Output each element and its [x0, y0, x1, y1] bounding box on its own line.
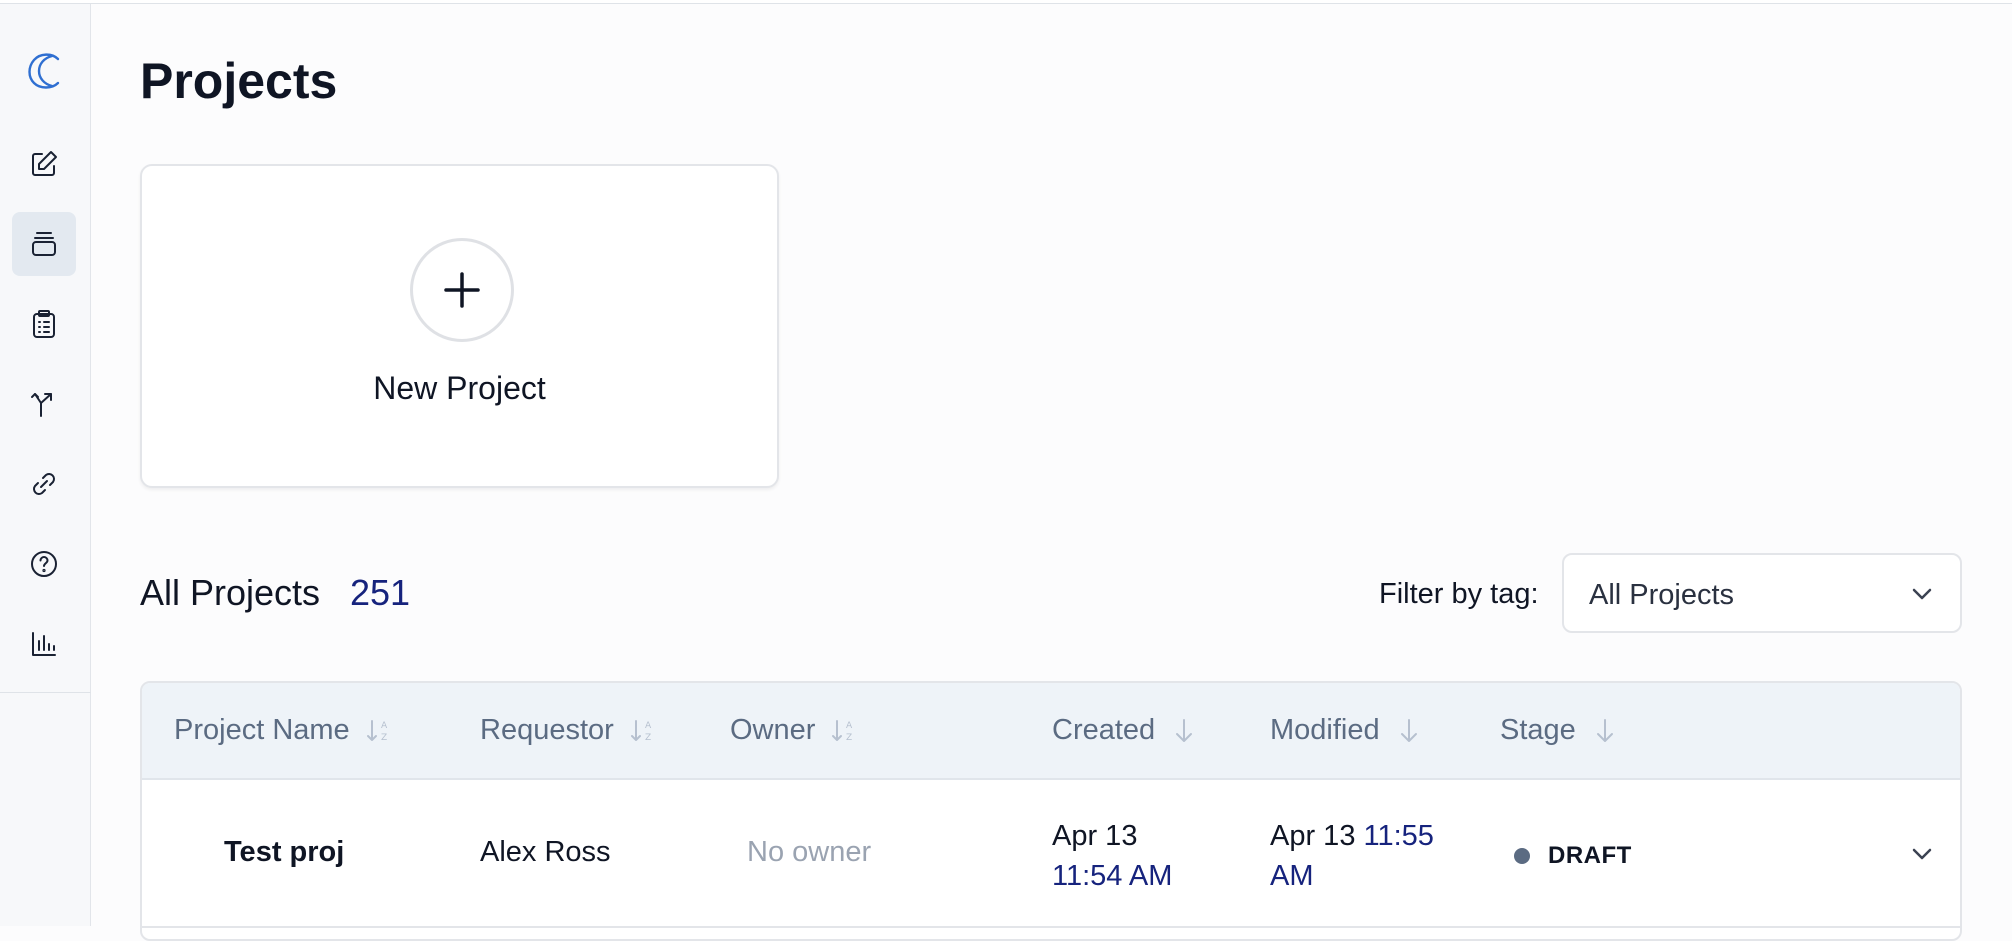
column-label: Created [1052, 714, 1156, 746]
column-label: Requestor [480, 714, 614, 746]
filter-label: Filter by tag: [1379, 578, 1539, 610]
created-cell: Apr 13 11:54 AM [1052, 816, 1172, 896]
svg-text:A: A [645, 721, 652, 731]
project-count: 251 [350, 572, 411, 613]
column-header-modified[interactable]: Modified [1270, 714, 1424, 747]
all-projects-heading: All Projects [140, 572, 321, 613]
chart-icon[interactable] [12, 612, 76, 676]
modified-time: 11:55 [1363, 820, 1434, 852]
owner: No owner [747, 836, 872, 868]
stage-badge: DRAFT [1514, 842, 1632, 870]
page-title: Projects [140, 53, 338, 109]
sort-down-icon [1596, 718, 1613, 742]
tag-filter-select[interactable]: All Projects [1562, 553, 1962, 633]
sidebar-divider [0, 692, 91, 693]
new-project-label: New Project [373, 370, 546, 406]
new-project-card[interactable]: New Project [140, 164, 779, 488]
chevron-down-icon[interactable] [1910, 844, 1934, 864]
top-border [0, 0, 2012, 4]
column-label: Stage [1500, 714, 1576, 746]
created-time: 11:54 AM [1052, 860, 1173, 892]
column-header-requestor[interactable]: Requestor AZ [480, 714, 658, 747]
sidebar [0, 4, 91, 926]
requestor: Alex Ross [480, 836, 611, 868]
help-icon[interactable] [12, 532, 76, 596]
project-name[interactable]: Test proj [224, 836, 344, 869]
svg-text:Z: Z [645, 733, 651, 743]
modified-time-suffix: AM [1270, 860, 1314, 892]
column-header-stage[interactable]: Stage [1500, 714, 1620, 747]
modified-cell: Apr 13 11:55 AM [1270, 816, 1434, 896]
column-label: Owner [730, 714, 816, 746]
table-row[interactable]: Test proj Alex Ross No owner Apr 13 11:5… [142, 782, 1960, 928]
link-icon[interactable] [12, 452, 76, 516]
tag-filter-value: All Projects [1589, 579, 1735, 611]
table-header: Project Name AZ Requestor AZ Owner AZ Cr… [142, 683, 1960, 780]
svg-text:A: A [846, 721, 853, 731]
created-date: Apr 13 [1052, 820, 1138, 852]
stage-label: DRAFT [1548, 842, 1632, 869]
branch-icon[interactable] [12, 372, 76, 436]
svg-text:Z: Z [846, 733, 852, 743]
plus-icon[interactable] [410, 238, 514, 342]
svg-text:Z: Z [381, 733, 387, 743]
sort-alpha-icon: AZ [366, 719, 388, 743]
status-dot-icon [1514, 848, 1530, 864]
projects-table: Project Name AZ Requestor AZ Owner AZ Cr… [140, 681, 1962, 941]
chevron-down-icon [1912, 588, 1932, 600]
clipboard-icon[interactable] [12, 292, 76, 356]
column-label: Modified [1270, 714, 1380, 746]
sort-alpha-icon: AZ [832, 719, 853, 743]
modified-date: Apr 13 [1270, 820, 1356, 852]
sort-down-icon [1400, 718, 1417, 742]
stack-icon[interactable] [12, 212, 76, 276]
sort-alpha-icon: AZ [630, 719, 652, 743]
column-header-project-name[interactable]: Project Name AZ [174, 714, 394, 747]
column-label: Project Name [174, 714, 350, 746]
svg-text:A: A [381, 721, 388, 731]
column-header-created[interactable]: Created [1052, 714, 1199, 747]
column-header-owner[interactable]: Owner AZ [730, 714, 859, 747]
edit-icon[interactable] [12, 132, 76, 196]
logo-icon[interactable] [22, 48, 68, 94]
sort-down-icon [1176, 718, 1193, 742]
